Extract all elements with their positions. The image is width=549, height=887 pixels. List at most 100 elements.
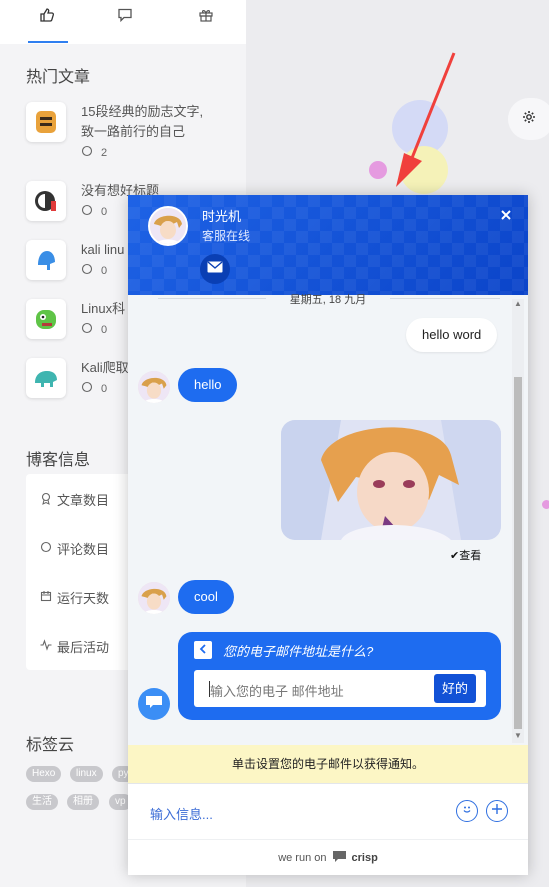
blog-info-last-active: 最后活动: [40, 637, 109, 656]
email-submit-button[interactable]: 好的: [434, 674, 476, 703]
settings-button[interactable]: [508, 98, 549, 140]
article-title[interactable]: 15段经典的励志文字, 致一路前行的自己: [81, 102, 241, 142]
article-thumbnail: [26, 358, 66, 398]
comment-icon: [81, 145, 93, 160]
emoji-button[interactable]: [456, 800, 478, 822]
blog-info-title: 博客信息: [26, 452, 91, 469]
back-button[interactable]: [194, 641, 212, 659]
tag[interactable]: linux: [70, 766, 103, 782]
message-bubble-operator: cool: [178, 580, 234, 614]
comment-count: 0: [101, 205, 108, 218]
plus-icon: [491, 802, 503, 820]
comment-icon: [81, 204, 93, 219]
comment-count: 0: [101, 264, 108, 277]
comment-icon: [81, 322, 93, 337]
date-separator: 星期五, 18 九月: [289, 294, 367, 306]
article-thumbnail: [26, 102, 66, 142]
blog-info-comments: 评论数目: [40, 539, 109, 558]
smiley-icon: [461, 802, 473, 820]
article-meta: 0: [81, 204, 107, 219]
article-title-line: 致一路前行的自己: [81, 124, 186, 139]
email-question: 您的电子邮件地址是什么?: [223, 644, 374, 659]
operator-avatar: [138, 582, 170, 614]
message-bubble-operator: hello: [178, 368, 238, 402]
article-thumbnail: [26, 299, 66, 339]
scroll-down-arrow[interactable]: ▼: [514, 731, 522, 740]
hot-articles-title: 热门文章: [26, 69, 91, 86]
header-pattern: [128, 195, 528, 295]
agent-avatar: [148, 206, 188, 246]
seen-label: 查看: [459, 550, 482, 562]
email-field-placeholder: 输入您的电子 邮件地址: [210, 684, 344, 699]
comment-icon: [81, 381, 93, 396]
tag-cloud-title: 标签云: [26, 737, 75, 754]
seen-receipt: ✔查看: [450, 547, 481, 563]
tag[interactable]: 相册: [67, 794, 99, 810]
operator-avatar: [138, 371, 170, 403]
blog-info-label: 文章数目: [57, 493, 110, 508]
sidebar-tabs: [0, 0, 246, 44]
close-icon: [498, 210, 514, 227]
footer-text: we run on: [278, 852, 327, 864]
decorative-dot-pink: [542, 500, 549, 509]
close-button[interactable]: [498, 207, 514, 223]
comment-icon: [81, 263, 93, 278]
chat-widget: 时光机 客服在线 星期五, 18 九月 hello word hello ✔查看: [128, 195, 528, 875]
blog-info-days: 运行天数: [40, 588, 109, 607]
activity-icon: [40, 639, 52, 654]
envelope-icon: [207, 260, 223, 278]
annotation-arrow: [396, 52, 456, 187]
chat-bubble-icon: [145, 695, 163, 714]
chat-header: 时光机 客服在线: [128, 195, 528, 295]
attach-button[interactable]: [486, 800, 508, 822]
tag[interactable]: Hexo: [26, 766, 62, 782]
check-icon: ✔: [450, 550, 460, 562]
email-notice-banner[interactable]: 单击设置您的电子邮件以获得通知。: [128, 745, 528, 783]
email-capture-card: 您的电子邮件地址是什么? 输入您的电子 邮件地址 好的: [178, 632, 501, 720]
footer-brand: crisp: [351, 852, 378, 864]
article-thumbnail: [26, 181, 66, 221]
tab-thumbs-up[interactable]: [27, 6, 67, 28]
article-meta: 0: [81, 263, 107, 278]
calendar-icon: [40, 590, 52, 605]
article-item[interactable]: 15段经典的励志文字, 致一路前行的自己 2: [26, 102, 246, 159]
article-meta: 0: [81, 381, 107, 396]
agent-status: 客服在线: [202, 229, 251, 243]
comment-count: 0: [101, 323, 108, 336]
agent-name: 时光机: [202, 209, 242, 224]
blog-info-label: 最后活动: [57, 640, 110, 655]
comment-count: 2: [101, 146, 108, 159]
award-icon: [40, 492, 52, 508]
crisp-logo-icon: [332, 851, 346, 865]
blog-info-label: 评论数目: [57, 542, 110, 557]
article-title-line: 15段经典的励志文字,: [81, 104, 204, 119]
email-field[interactable]: 输入您的电子 邮件地址 好的: [194, 670, 486, 707]
message-input[interactable]: 输入信息...: [150, 804, 213, 823]
tab-comments[interactable]: [105, 6, 145, 28]
scrollbar-thumb[interactable]: [514, 377, 522, 729]
message-bubble-user: hello word: [406, 318, 498, 352]
tab-gifts[interactable]: [186, 6, 226, 28]
chevron-left-icon: [199, 641, 207, 659]
article-thumbnail: [26, 240, 66, 280]
comment-icon: [117, 7, 133, 28]
scroll-up-arrow[interactable]: ▲: [514, 299, 522, 308]
gift-icon: [198, 7, 214, 28]
blog-info-articles: 文章数目: [40, 490, 109, 509]
comment-icon: [40, 541, 52, 556]
active-tab-indicator: [28, 41, 68, 43]
powered-by-footer[interactable]: we run on crisp: [128, 839, 528, 875]
message-composer: 输入信息...: [128, 783, 528, 840]
blog-info-label: 运行天数: [57, 591, 110, 606]
email-channel-button[interactable]: [200, 254, 230, 284]
text-caret: [209, 681, 210, 697]
bot-avatar: [138, 688, 170, 720]
message-image[interactable]: [281, 420, 501, 540]
tag[interactable]: 生活: [26, 794, 58, 810]
article-meta: 2: [81, 145, 107, 160]
article-meta: 0: [81, 322, 107, 337]
gear-icon: [522, 110, 536, 129]
comment-count: 0: [101, 382, 108, 395]
decorative-circle-pink: [369, 161, 387, 179]
thumbs-up-icon: [39, 7, 55, 28]
